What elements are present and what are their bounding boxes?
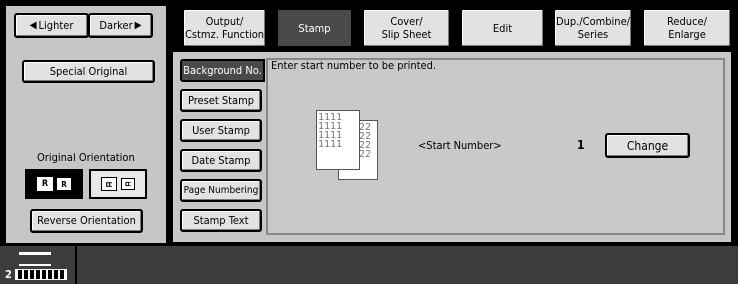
stamp-menu-label: User Stamp [192,123,250,137]
start-number-value: 1 [577,138,585,152]
orientation-page-icon: R [37,177,53,191]
tab-dup-combine-series[interactable]: Dup./Combine/ Series [553,8,633,48]
orientation-glyph: ㄸ [124,179,132,189]
start-number-label: <Start Number> [418,139,502,152]
special-original-button[interactable]: Special Original [22,60,155,83]
orientation-page-icon: ㄸ [101,177,117,191]
reverse-orientation-label: Reverse Orientation [37,214,136,227]
stamp-menu-user-stamp[interactable]: User Stamp [180,119,262,142]
lighter-label: Lighter [38,18,74,32]
instruction-text: Enter start number to be printed. [271,59,437,72]
orientation-page-icon: ㄸ [121,178,135,190]
change-button[interactable]: Change [605,133,690,158]
reverse-orientation-button[interactable]: Reverse Orientation [30,209,143,233]
tab-label: Dup./Combine/ Series [556,15,630,41]
orientation-glyph: ㄸ [104,180,114,191]
tab-label: Stamp [298,21,331,35]
tab-reduce-enlarge[interactable]: Reduce/ Enlarge [642,8,732,48]
lighter-button[interactable]: ◀ Lighter [14,13,89,38]
darker-button[interactable]: Darker ▶ [88,13,153,38]
preview-back-line: 22 [359,149,372,160]
preview-illustration: 22 22 22 22 1111 1111 1111 1111 [316,110,386,182]
stamp-menu-page-numbering[interactable]: Page Numbering [180,179,262,202]
orientation-glyph: R [61,179,67,189]
stamp-menu-label: Preset Stamp [187,93,255,107]
tab-label: Edit [492,21,513,35]
preview-front-line: 1111 [318,139,343,150]
stamp-menu-label: Page Numbering [183,184,259,196]
tab-label: Cover/ Slip Sheet [381,15,432,41]
stamp-menu-label: Date Stamp [191,153,251,167]
orientation-glyph: R [41,179,49,189]
tray-icon [15,269,67,280]
stamp-menu-preset-stamp[interactable]: Preset Stamp [180,89,262,112]
arrow-left-icon: ◀ [29,19,37,31]
stamp-menu-background-no[interactable]: Background No. [180,59,265,82]
stamp-menu-label: Background No. [183,63,262,77]
counter-indicator: 2 [5,250,73,282]
tab-stamp[interactable]: Stamp [276,8,353,48]
paper-stack-icon [19,252,51,266]
tab-output-cstmz[interactable]: Output/ Cstmz. Function [182,8,267,48]
original-orientation-heading: Original Orientation [37,151,135,164]
tab-label: Reduce/ Enlarge [667,15,707,41]
status-divider [75,246,77,284]
tab-cover-slip-sheet[interactable]: Cover/ Slip Sheet [362,8,451,48]
orientation-option-b[interactable]: ㄸ ㄸ [89,169,147,199]
preview-sheet-front: 1111 1111 1111 1111 [316,110,360,170]
orientation-page-icon: R [57,178,71,190]
change-label: Change [626,138,669,153]
counter-value: 2 [5,268,12,281]
orientation-option-a[interactable]: R R [25,169,83,199]
stamp-menu-date-stamp[interactable]: Date Stamp [180,149,262,172]
special-original-label: Special Original [49,64,128,78]
tab-edit[interactable]: Edit [460,8,545,48]
stamp-menu-stamp-text[interactable]: Stamp Text [180,209,262,232]
stamp-menu-label: Stamp Text [193,213,249,227]
arrow-right-icon: ▶ [134,19,142,31]
tab-label: Output/ Cstmz. Function [184,15,265,41]
left-panel [6,6,166,243]
darker-label: Darker [99,18,133,32]
status-bar [0,246,738,284]
